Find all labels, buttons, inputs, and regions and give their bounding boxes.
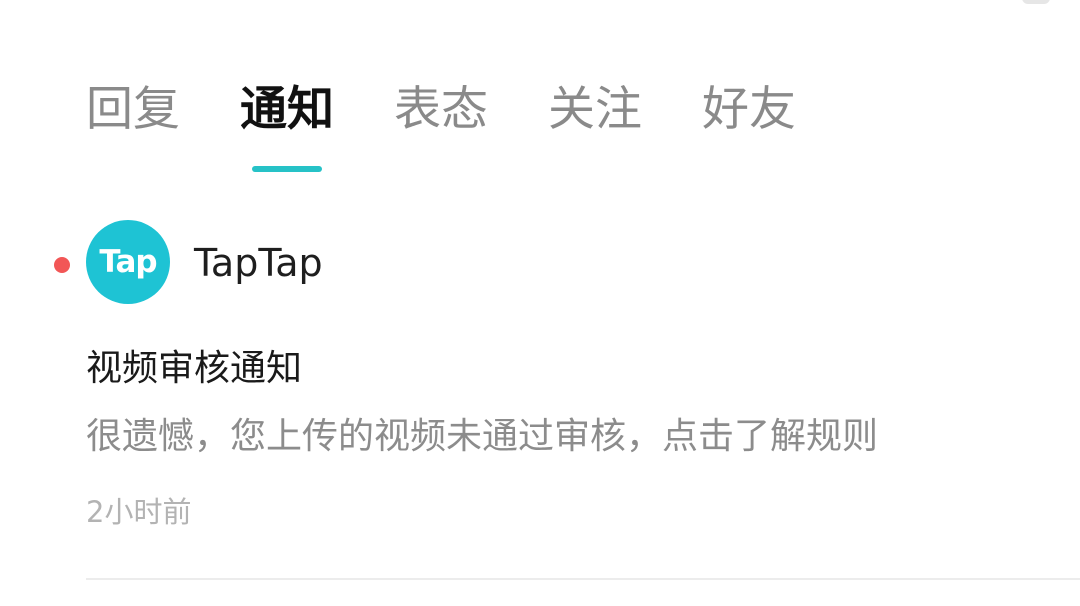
tab-reactions-label: 表态	[394, 82, 488, 137]
notification-title: 视频审核通知	[86, 348, 303, 389]
tab-follows[interactable]: 关注	[548, 78, 642, 142]
notification-tabs: 回复 通知 表态 关注 好友	[86, 78, 856, 178]
avatar[interactable]: Tap	[86, 220, 170, 304]
unread-dot	[54, 257, 70, 273]
tab-notifications-label: 通知	[240, 82, 334, 137]
taptap-logo-icon: Tap	[99, 244, 157, 280]
active-tab-indicator	[252, 166, 322, 172]
notification-body: 很遗憾，您上传的视频未通过审核，点击了解规则	[86, 416, 879, 457]
tab-friends-label: 好友	[702, 82, 796, 137]
list-divider	[86, 578, 1080, 580]
tab-reactions[interactable]: 表态	[394, 78, 488, 142]
top-corner-decoration	[1022, 0, 1050, 4]
tab-follows-label: 关注	[548, 82, 642, 137]
tab-replies-label: 回复	[86, 82, 180, 137]
tab-replies[interactable]: 回复	[86, 78, 180, 142]
notification-timestamp: 2小时前	[86, 495, 192, 529]
tab-friends[interactable]: 好友	[702, 78, 796, 142]
sender-name[interactable]: TapTap	[194, 240, 323, 286]
tab-notifications[interactable]: 通知	[240, 78, 334, 172]
